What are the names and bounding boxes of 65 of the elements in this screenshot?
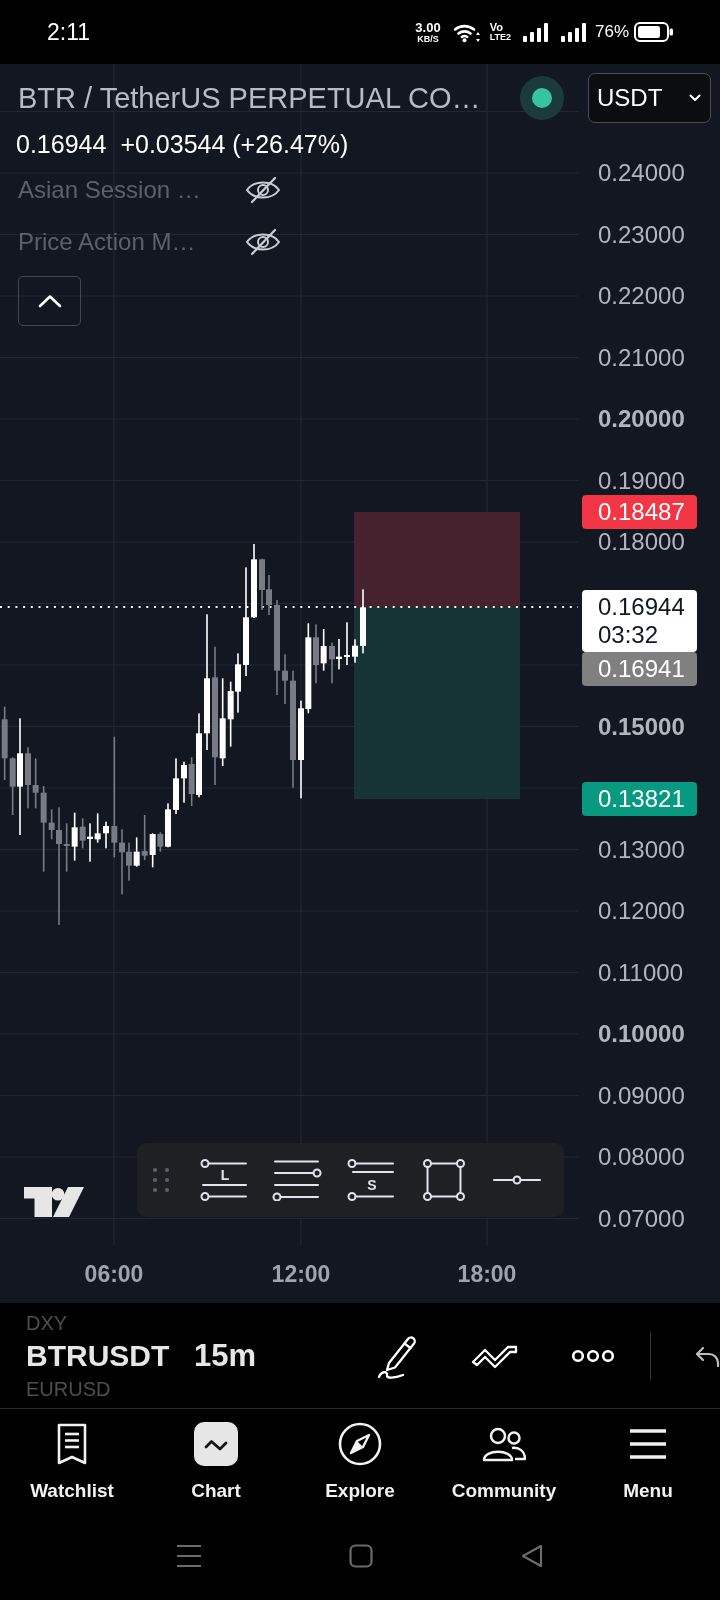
eye-off-icon[interactable] [244, 227, 282, 257]
signal-icon [522, 22, 549, 42]
rectangle-icon[interactable] [422, 1159, 465, 1201]
last-price: 0.16944 [16, 129, 107, 159]
candlestick [352, 639, 358, 663]
long-position-button[interactable]: L [199, 1159, 248, 1201]
horizontal-line-icon[interactable] [493, 1175, 542, 1185]
interval-label[interactable]: 15m [194, 1337, 257, 1374]
more-icon[interactable] [570, 1348, 615, 1363]
back-icon[interactable] [520, 1544, 544, 1568]
compass-icon [338, 1422, 382, 1466]
status-time: 2:11 [47, 18, 91, 46]
price-tag: 0.13821 [582, 782, 697, 816]
time-axis-label: 18:00 [457, 1260, 517, 1288]
price-tag: 0.16941 [582, 652, 697, 686]
drag-handle-icon[interactable] [152, 1167, 170, 1193]
symbol-title: BTR / TetherUS PERPETUAL CO… [18, 81, 481, 115]
menu-icon[interactable] [176, 1544, 202, 1568]
signal-icon [560, 22, 587, 42]
time-axis-label: 06:00 [84, 1260, 144, 1288]
speed-unit: KB/S [417, 34, 439, 44]
price-axis-label: 0.19000 [598, 466, 685, 495]
price-axis-label: 0.15000 [598, 712, 685, 741]
price-axis-label: 0.22000 [598, 282, 685, 310]
price-axis-label: 0.13000 [598, 835, 685, 864]
price-axis-label: 0.11000 [598, 958, 683, 987]
price-axis-label: 0.24000 [598, 159, 685, 187]
network-type-label: LTE2 [489, 33, 511, 42]
chevron-down-icon [689, 94, 701, 102]
battery-icon [634, 22, 674, 42]
price-axis-label: 0.23000 [598, 220, 685, 249]
parallel-lines-icon[interactable] [272, 1159, 323, 1201]
short-position-button[interactable]: S [346, 1159, 395, 1201]
nav-tab[interactable]: Watchlist [0, 1409, 144, 1521]
price-axis-label: 0.08000 [598, 1143, 685, 1171]
time-axis-label: 12:00 [271, 1260, 331, 1288]
price-axis-label: 0.18000 [598, 528, 685, 556]
price-axis-label: 0.09000 [598, 1081, 685, 1110]
symbol-option[interactable]: BTRUSDT [26, 1333, 170, 1378]
candlestick [103, 821, 109, 849]
price-axis-label: 0.12000 [598, 897, 685, 925]
currency-dropdown[interactable]: USDT [588, 73, 711, 123]
nav-tab[interactable]: Community [432, 1409, 576, 1521]
price-axis-label: 0.07000 [598, 1204, 685, 1233]
price-axis-label: 0.21000 [598, 343, 685, 372]
volte-label: Vo [489, 22, 504, 33]
chart-icon [194, 1422, 238, 1466]
countdown-label: 03:32 [598, 621, 659, 649]
price-axis-label: 0.10000 [598, 1020, 685, 1048]
nav-tab[interactable]: Chart [144, 1409, 288, 1521]
nav-tab[interactable]: Menu [576, 1409, 720, 1521]
undo-icon[interactable] [694, 1344, 720, 1367]
home-icon[interactable] [349, 1544, 373, 1568]
chevron-up-icon [36, 293, 63, 309]
nav-tab[interactable]: Explore [288, 1409, 432, 1521]
candlestick [344, 622, 350, 665]
battery-percent: 76% [594, 22, 629, 42]
network-speed: 3.00 [415, 20, 441, 34]
collapse-button[interactable] [18, 276, 81, 326]
price-axis-label: 0.20000 [598, 405, 685, 433]
price-tag: 0.18487 [582, 495, 697, 529]
logo-icon[interactable] [24, 1187, 86, 1219]
eye-off-icon[interactable] [244, 175, 282, 205]
price-label: 0.16944 [598, 593, 685, 621]
price-change: +0.03544 (+26.47%) [120, 129, 349, 159]
